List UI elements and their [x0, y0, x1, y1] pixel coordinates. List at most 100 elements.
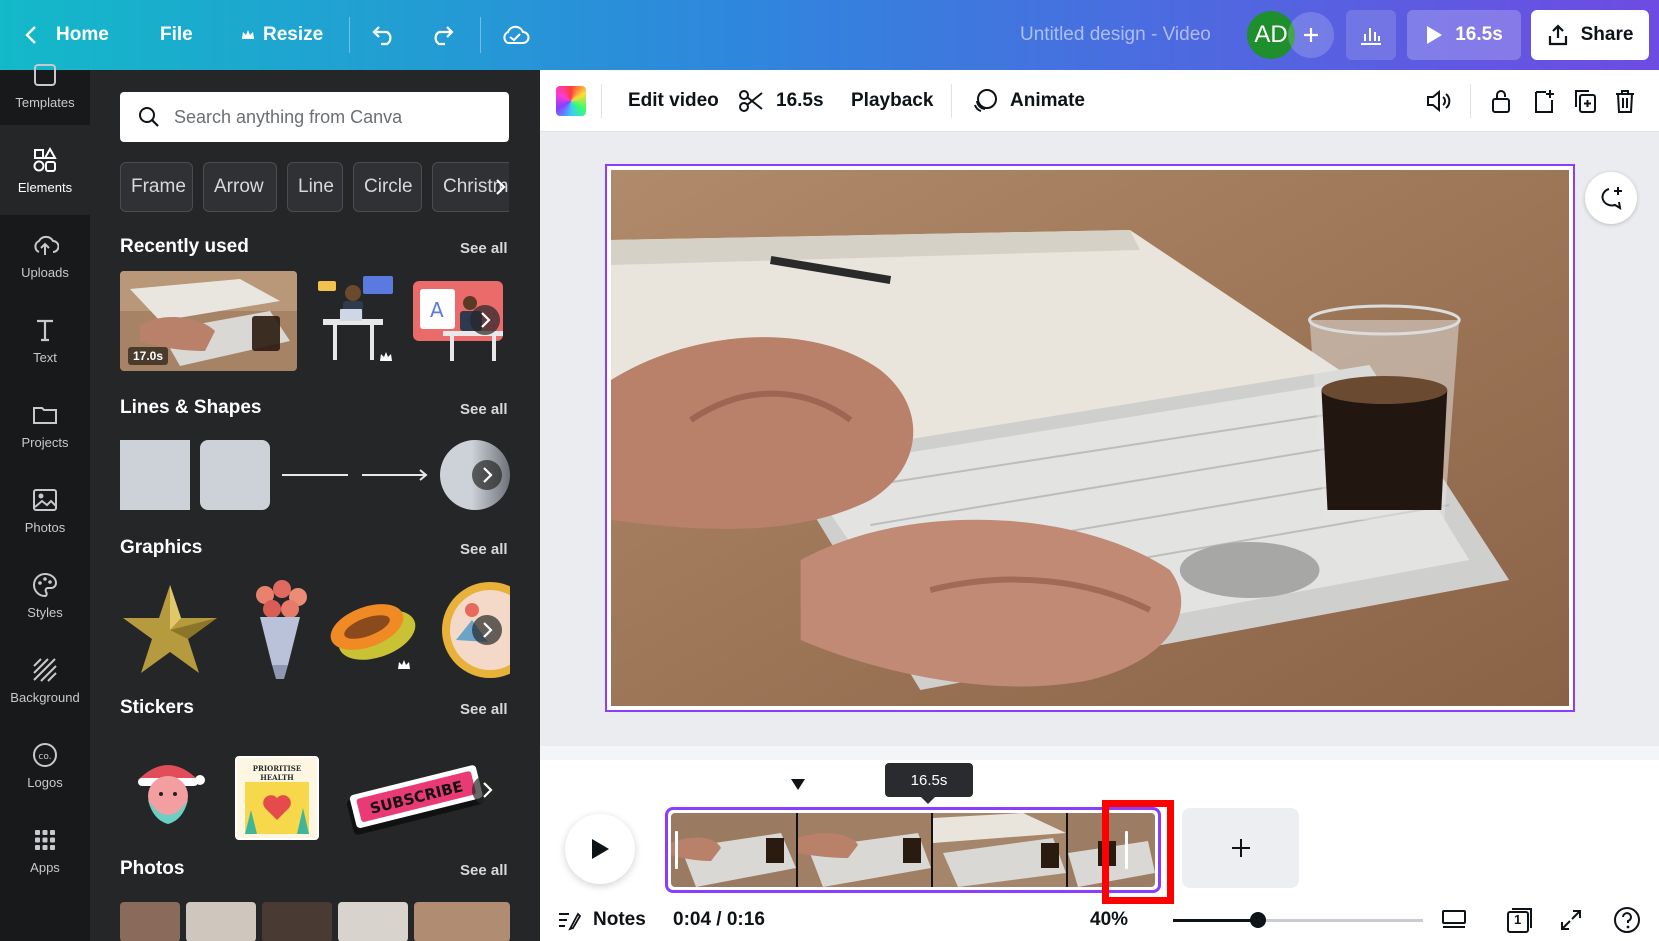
video-canvas[interactable] [605, 164, 1575, 712]
recent-graphic-person-desk[interactable] [308, 271, 398, 371]
redo-button[interactable] [429, 0, 455, 70]
rail-item-text[interactable]: Text [0, 295, 90, 385]
trim-button[interactable]: 16.5s [738, 70, 824, 132]
rail-label: Projects [21, 434, 69, 450]
grid-view-button[interactable] [1441, 902, 1467, 938]
duplicate-page-button[interactable] [1573, 70, 1597, 132]
see-all-stickers[interactable]: See all [460, 701, 508, 718]
rounded-square-shape[interactable] [200, 440, 270, 510]
rail-label: Text [33, 349, 57, 365]
duplicate-icon [1575, 90, 1596, 113]
playback-time: 0:04 / 0:16 [673, 909, 765, 930]
timeline: 16.5s Notes 0:04 / 0:16 40% 1 [540, 760, 1659, 941]
volume-button[interactable] [1425, 70, 1453, 132]
zoom-slider-handle[interactable] [1250, 912, 1266, 928]
design-title[interactable]: Untitled design - Video [1020, 0, 1211, 70]
crown-badge [394, 655, 414, 675]
rail-label: Templates [15, 94, 75, 110]
video-clip-track[interactable] [665, 807, 1161, 893]
prioritise-health-sticker[interactable]: PRIORITISE HEALTH [235, 756, 319, 840]
undo-button[interactable] [371, 0, 397, 70]
background-hatch-icon [33, 657, 57, 682]
rail-item-styles[interactable]: Styles [0, 550, 90, 640]
color-picker-button[interactable] [556, 70, 586, 132]
rail-item-templates[interactable]: Templates [0, 40, 90, 130]
fullscreen-button[interactable] [1559, 902, 1583, 938]
delete-page-button[interactable] [1614, 70, 1636, 132]
add-clip-button[interactable] [1182, 808, 1299, 888]
line-shape[interactable] [280, 440, 350, 510]
rail-item-background[interactable]: Background [0, 635, 90, 725]
subscribe-sticker[interactable]: SUBSCRIBE [340, 760, 490, 840]
photo-thumbnail[interactable] [338, 902, 408, 941]
recent-next-button[interactable] [470, 305, 500, 335]
file-menu[interactable]: File [160, 0, 193, 70]
volume-icon [1427, 89, 1451, 113]
arrow-line-shape[interactable] [360, 440, 430, 510]
rail-item-apps[interactable]: Apps [0, 805, 90, 895]
see-all-recently-used[interactable]: See all [460, 240, 508, 257]
shapes-next-button[interactable] [472, 460, 502, 490]
stickers-next-button[interactable] [472, 775, 502, 805]
image-icon [33, 488, 57, 511]
trash-icon [1616, 90, 1634, 113]
share-button[interactable]: Share [1531, 10, 1649, 60]
resize-button[interactable]: Resize [241, 0, 323, 70]
photo-thumbnail[interactable] [120, 902, 180, 941]
recent-video-thumbnail[interactable]: 17.0s [120, 271, 297, 371]
play-icon [592, 839, 609, 859]
cloud-save-status[interactable] [500, 0, 530, 70]
notes-button[interactable]: Notes [557, 902, 646, 938]
section-title-photos: Photos [120, 858, 185, 879]
add-comment-button[interactable] [1585, 172, 1637, 224]
rail-item-uploads[interactable]: Uploads [0, 210, 90, 300]
chip-arrow[interactable]: Arrow [203, 162, 277, 212]
present-play-button[interactable]: 16.5s [1407, 10, 1521, 60]
help-button[interactable] [1613, 902, 1641, 938]
timeline-play-button[interactable] [565, 814, 635, 884]
see-all-lines-shapes[interactable]: See all [460, 401, 508, 418]
grid-view-icon [1442, 910, 1466, 928]
insights-button[interactable] [1346, 10, 1396, 60]
square-shape[interactable] [120, 440, 190, 510]
chip-circle[interactable]: Circle [353, 162, 422, 212]
chip-line[interactable]: Line [287, 162, 343, 212]
playhead-marker-icon[interactable] [790, 778, 806, 792]
invite-button[interactable] [1288, 12, 1334, 58]
rail-item-elements[interactable]: Elements [0, 125, 90, 215]
lock-button[interactable] [1490, 70, 1512, 132]
elements-panel: Search anything from Canva Frame Arrow L… [90, 70, 540, 941]
plus-icon [1231, 839, 1250, 857]
photo-thumbnail[interactable] [262, 902, 332, 941]
bar-chart-icon [1361, 28, 1381, 45]
see-all-graphics[interactable]: See all [460, 541, 508, 558]
gold-star-graphic[interactable] [120, 580, 220, 680]
flower-bouquet-graphic[interactable] [240, 575, 320, 685]
help-icon [1614, 907, 1640, 933]
photo-thumbnail[interactable] [186, 902, 256, 941]
rail-item-projects[interactable]: Projects [0, 380, 90, 470]
add-page-button[interactable] [1532, 70, 1556, 132]
horizontal-scrollbar[interactable] [540, 746, 1659, 760]
playback-button[interactable]: Playback [851, 70, 933, 132]
animate-button[interactable]: Animate [972, 70, 1085, 132]
santa-sticker[interactable] [128, 750, 208, 830]
see-all-photos[interactable]: See all [460, 862, 508, 879]
search-input[interactable]: Search anything from Canva [120, 92, 509, 142]
chips-next-button[interactable] [485, 172, 515, 202]
rail-item-logos[interactable]: co. Logos [0, 720, 90, 810]
papaya-graphic[interactable] [322, 585, 422, 675]
video-frame-keyboard-coffee [611, 170, 1569, 706]
edit-video-button[interactable]: Edit video [628, 70, 719, 132]
rail-label: Background [10, 689, 80, 705]
add-page-icon [1535, 90, 1554, 113]
rail-item-photos[interactable]: Photos [0, 465, 90, 555]
resize-label: Resize [263, 24, 324, 45]
graphics-next-button[interactable] [472, 615, 502, 645]
photo-thumbnail[interactable] [414, 902, 510, 941]
divider [480, 17, 481, 53]
zoom-percent[interactable]: 40% [1090, 902, 1128, 938]
bouquet-icon [256, 580, 307, 679]
page-count-button[interactable]: 1 [1505, 902, 1533, 938]
chip-frame[interactable]: Frame [120, 162, 193, 212]
